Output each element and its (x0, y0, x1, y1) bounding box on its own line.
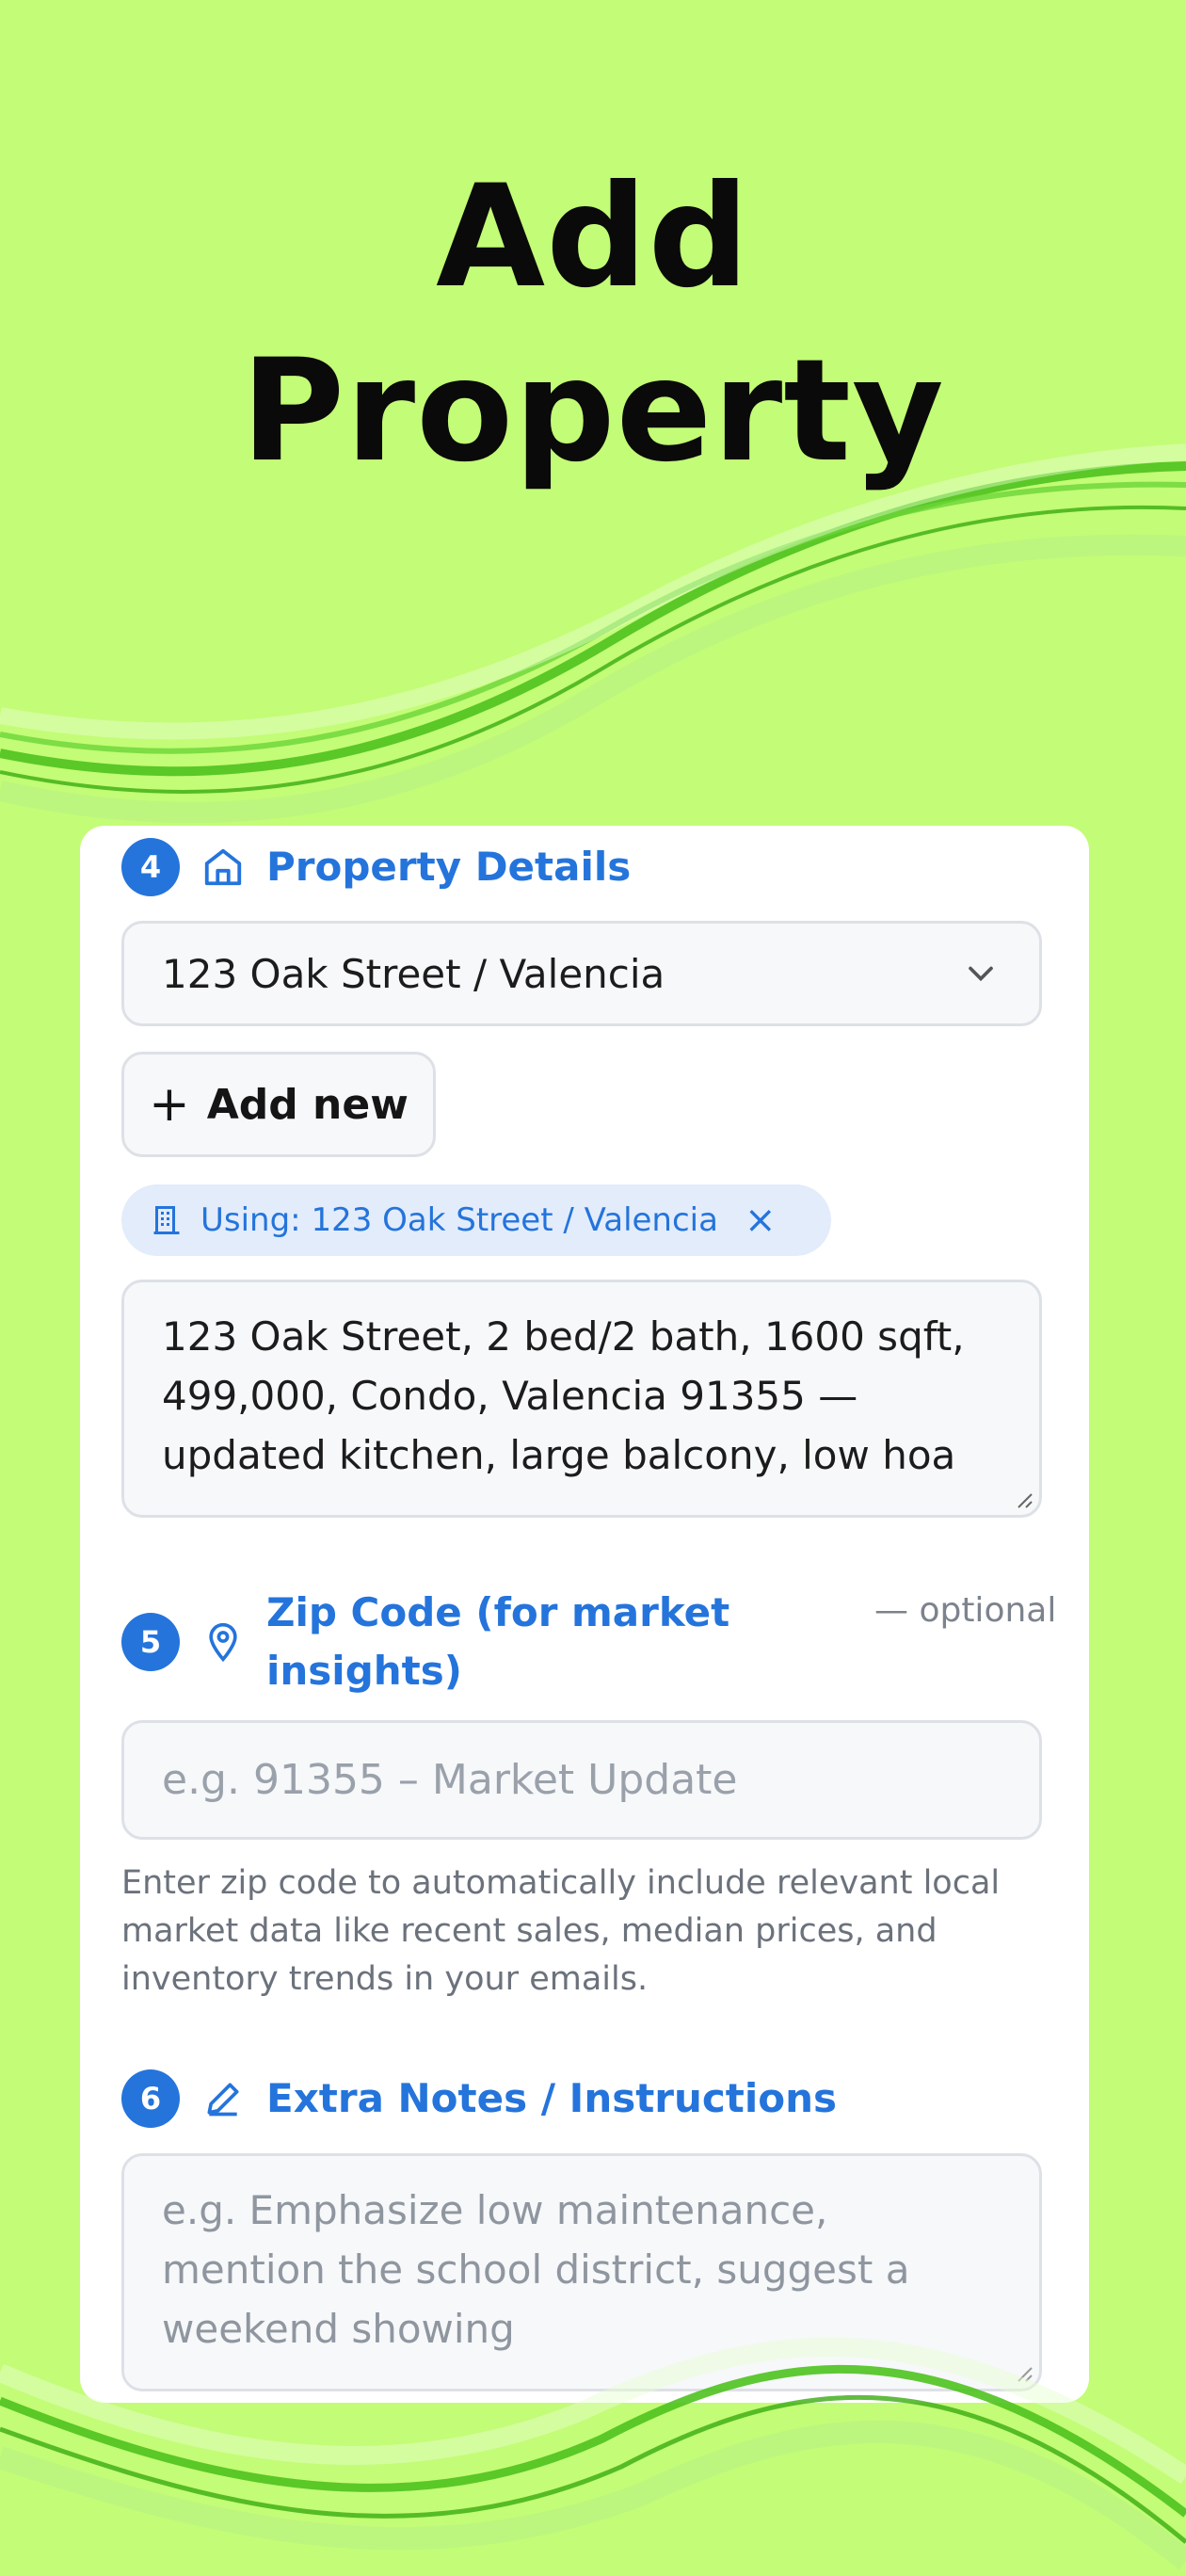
zip-code-input[interactable]: e.g. 91355 – Market Update (121, 1720, 1042, 1840)
property-select[interactable]: 123 Oak Street / Valencia (121, 921, 1042, 1026)
step-badge-5: 5 (121, 1613, 180, 1671)
extra-notes-textarea[interactable]: e.g. Emphasize low maintenance, mention … (121, 2153, 1042, 2391)
resize-handle-icon[interactable] (1011, 1487, 1034, 1509)
home-icon (200, 845, 246, 890)
extra-notes-placeholder: e.g. Emphasize low maintenance, mention … (162, 2187, 910, 2352)
hero-title: Add Property (0, 151, 1186, 499)
plus-icon: + (149, 1076, 190, 1133)
extra-notes-title: Extra Notes / Instructions (266, 2075, 838, 2121)
extra-notes-header: 6 Extra Notes / Instructions (121, 2069, 837, 2128)
building-icon (153, 1206, 180, 1234)
zip-code-placeholder: e.g. 91355 – Market Update (162, 1756, 738, 1804)
property-form-card: 4 Property Details 123 Oak Street / Vale… (80, 826, 1089, 2403)
resize-handle-icon[interactable] (1011, 2360, 1034, 2383)
property-details-text: 123 Oak Street, 2 bed/2 bath, 1600 sqft,… (162, 1313, 965, 1478)
step-badge-6: 6 (121, 2069, 180, 2128)
step-badge-4: 4 (121, 838, 180, 896)
pencil-icon (200, 2076, 246, 2121)
zip-helper-text: Enter zip code to automatically include … (121, 1864, 1001, 1998)
property-details-textarea[interactable]: 123 Oak Street, 2 bed/2 bath, 1600 sqft,… (121, 1280, 1042, 1518)
property-select-value: 123 Oak Street / Valencia (162, 950, 665, 997)
property-details-title: Property Details (266, 844, 632, 890)
close-icon[interactable]: × (745, 1201, 777, 1239)
chip-label: Using: 123 Oak Street / Valencia (200, 1201, 718, 1239)
selected-property-chip: Using: 123 Oak Street / Valencia × (121, 1184, 831, 1256)
property-details-header: 4 Property Details (121, 838, 631, 896)
add-new-label: Add new (206, 1080, 409, 1129)
chevron-down-icon (969, 966, 993, 982)
hero-title-line-1: Add (436, 155, 750, 319)
add-new-property-button[interactable]: + Add new (121, 1052, 436, 1157)
map-pin-icon (200, 1619, 246, 1665)
hero-title-line-2: Property (241, 330, 945, 493)
optional-label: — optional (874, 1591, 1057, 1630)
zip-code-title: Zip Code (for market insights) (266, 1589, 730, 1694)
zip-code-header: 5 Zip Code (for market insights) (121, 1584, 765, 1700)
decorative-wave-top (0, 443, 1186, 824)
